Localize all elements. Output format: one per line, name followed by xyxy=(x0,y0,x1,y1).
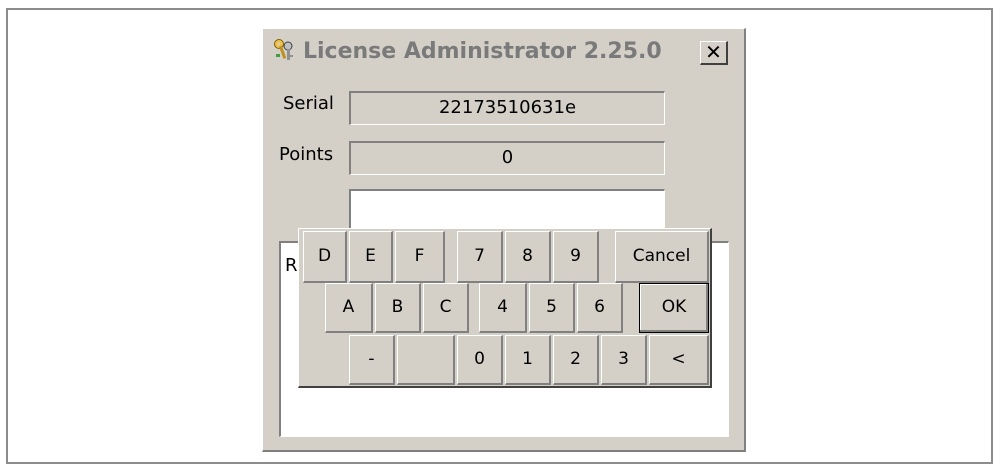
key-9[interactable]: 9 xyxy=(553,231,599,283)
key-a[interactable]: A xyxy=(325,283,373,333)
code-entry-input[interactable] xyxy=(349,189,665,229)
key-c[interactable]: C xyxy=(423,283,469,333)
key-d[interactable]: D xyxy=(303,231,347,283)
key-f[interactable]: F xyxy=(395,231,445,283)
key-b[interactable]: B xyxy=(375,283,421,333)
keys-icon xyxy=(272,38,296,62)
key-blank[interactable] xyxy=(397,335,455,385)
key-5[interactable]: 5 xyxy=(529,283,575,333)
serial-field: 22173510631e xyxy=(349,91,665,125)
key-e[interactable]: E xyxy=(349,231,393,283)
serial-label: Serial xyxy=(283,93,334,114)
ok-key[interactable]: OK xyxy=(639,283,709,333)
key-8[interactable]: 8 xyxy=(505,231,551,283)
key-0[interactable]: 0 xyxy=(457,335,503,385)
onscreen-keypad: D E F 7 8 9 Cancel A B C 4 5 6 OK - 0 1 … xyxy=(298,228,712,388)
close-button[interactable]: ✕ xyxy=(700,41,728,65)
points-field: 0 xyxy=(349,141,665,175)
key-1[interactable]: 1 xyxy=(505,335,551,385)
title-bar: License Administrator 2.25.0 ✕ xyxy=(263,29,744,77)
window-title: License Administrator 2.25.0 xyxy=(303,39,662,64)
points-label: Points xyxy=(279,144,334,165)
cancel-key[interactable]: Cancel xyxy=(615,231,709,283)
key-7[interactable]: 7 xyxy=(457,231,503,283)
key-4[interactable]: 4 xyxy=(479,283,527,333)
key-6[interactable]: 6 xyxy=(577,283,623,333)
log-text: R xyxy=(285,255,298,276)
key-3[interactable]: 3 xyxy=(601,335,647,385)
key-2[interactable]: 2 xyxy=(553,335,599,385)
backspace-key[interactable]: < xyxy=(649,335,709,385)
key-minus[interactable]: - xyxy=(349,335,395,385)
